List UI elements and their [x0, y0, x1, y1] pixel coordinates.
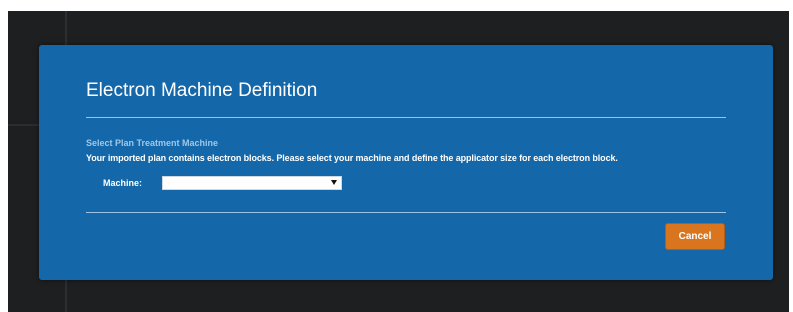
chevron-down-icon: [331, 180, 337, 185]
machine-select[interactable]: [162, 176, 342, 190]
dialog-title: Electron Machine Definition: [86, 80, 318, 101]
divider: [86, 212, 726, 213]
cancel-button[interactable]: Cancel: [665, 223, 725, 250]
machine-label: Machine:: [103, 178, 143, 188]
section-title: Select Plan Treatment Machine: [86, 138, 219, 148]
electron-machine-dialog: Electron Machine Definition Select Plan …: [39, 45, 773, 280]
instructions-text: Your imported plan contains electron blo…: [86, 153, 618, 163]
divider: [86, 117, 726, 118]
